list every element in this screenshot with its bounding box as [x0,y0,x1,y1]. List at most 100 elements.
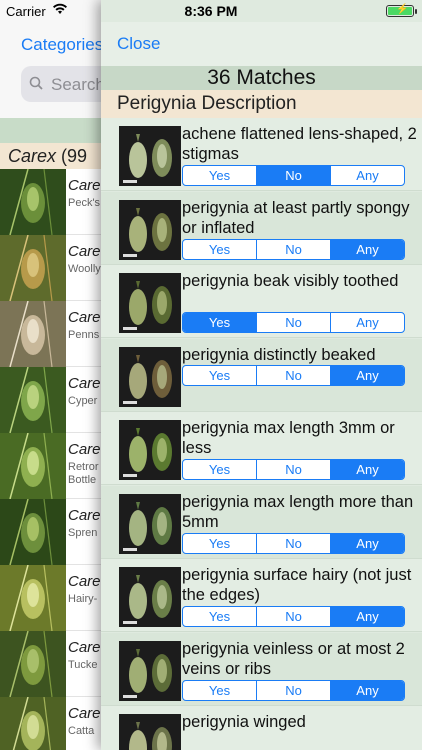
species-name: Care [68,705,101,722]
trait-label: perigynia veinless or at most 2 veins or… [182,639,405,678]
trait-label: perigynia winged [182,713,306,731]
species-row[interactable]: Care Cyper [0,367,101,433]
choice-no-button[interactable]: No [257,460,331,479]
perigynia-photo [119,420,181,480]
choice-yes-button[interactable]: Yes [183,239,257,259]
species-common-name: Peck's [68,197,101,209]
perigynia-photo [119,346,181,407]
species-common-name: Woolly [68,263,101,275]
species-photo [0,697,66,750]
species-row[interactable]: Care Spren [0,499,101,565]
trait-row: perigynia max length more than 5mm Yes No A… [101,485,422,559]
choice-no-button[interactable]: No [257,533,331,553]
trait-choice-control: Yes No Any [182,679,405,701]
trait-row: perigynia beak visibly toothed Yes No Any [101,265,422,338]
species-name: Care [68,573,101,590]
perigynia-photo [119,640,181,701]
species-name: Care [68,243,101,260]
trait-row: perigynia surface hairy (not just the ed… [101,559,422,632]
choice-yes-button[interactable]: Yes [183,607,257,626]
choice-any-button[interactable]: Any [331,460,404,479]
trait-choice-control: Yes No Any [182,606,405,627]
species-name: Care [68,375,101,392]
choice-any-button[interactable]: Any [331,533,404,553]
status-bar: Carrier 8:36 PM ⚡ [0,0,422,22]
choice-no-button[interactable]: No [257,607,331,626]
species-row[interactable]: Care Tucke [0,631,101,697]
species-common-name: Penns [68,329,100,341]
species-row[interactable]: Care Retror Bottle [0,433,101,499]
species-name: Care [68,639,101,656]
trait-choice-control: Yes No Any [182,532,405,554]
species-photo [0,169,66,235]
species-row[interactable]: Care Penns [0,301,101,367]
choice-no-button[interactable]: No [257,313,331,332]
search-icon [29,76,43,90]
species-photo [0,499,66,565]
species-photo [0,301,66,367]
trait-label: perigynia max length more than 5mm [182,492,414,531]
species-common-name: Catta [68,725,95,737]
choice-no-button[interactable]: No [257,166,331,185]
choice-any-button[interactable]: Any [331,607,404,626]
choice-any-button[interactable]: Any [331,313,404,332]
genus-name: Carex [8,146,57,166]
choice-any-button[interactable]: Any [331,239,404,259]
trait-row: achene flattened lens-shaped, 2 stigmas Y… [101,118,422,191]
categories-button[interactable]: Categories [21,35,101,55]
genus-count: (99 [61,146,88,166]
search-input[interactable]: Search [21,66,101,102]
species-row[interactable]: Care Peck's [0,169,101,235]
trait-row: perigynia veinless or at most 2 veins or… [101,632,422,706]
clock: 8:36 PM [184,3,238,19]
choice-yes-button[interactable]: Yes [183,166,257,185]
trait-label: perigynia surface hairy (not just the ed… [182,566,412,604]
trait-row: perigynia wingedYesNoAny [101,706,422,750]
perigynia-photo [119,126,181,186]
trait-label: achene flattened lens-shaped, 2 stigmas [182,125,417,163]
choice-any-button[interactable]: Any [331,166,404,185]
species-name: Care [68,507,101,524]
search-placeholder: Search [51,75,101,94]
species-common-name: Cyper [68,395,98,407]
trait-choice-control: Yes No Any [182,165,405,186]
choice-any-button[interactable]: Any [331,680,404,700]
species-row[interactable]: Care Catta [0,697,101,750]
trait-choice-control: Yes No Any [182,459,405,480]
choice-yes-button[interactable]: Yes [183,533,257,553]
trait-choice-control: Yes No Any [182,312,405,333]
trait-label: perigynia max length 3mm or less [182,419,395,457]
filter-panel: Close 36 Matches Perigynia Description a… [101,0,422,750]
choice-no-button[interactable]: No [257,239,331,259]
choice-yes-button[interactable]: Yes [183,313,257,332]
species-row[interactable]: Care Hairy- [0,565,101,631]
trait-label: perigynia distinctly beaked [182,345,376,364]
trait-row: perigynia distinctly beaked Yes No Any [101,338,422,412]
species-photo [0,367,66,433]
species-row[interactable]: Care Woolly [0,235,101,301]
species-common-name: Tucke [68,659,98,671]
species-photo [0,433,66,499]
perigynia-photo [119,493,181,554]
close-button[interactable]: Close [117,34,160,54]
trait-label: perigynia beak visibly toothed [182,272,399,290]
choice-yes-button[interactable]: Yes [183,680,257,700]
genus-header: Carex (99 [0,143,101,169]
trait-row: perigynia at least partly spongy or infl… [101,191,422,265]
trait-label: perigynia at least partly spongy or infl… [182,198,410,237]
perigynia-photo [119,567,181,627]
trait-row: perigynia max length 3mm or less Yes No Any [101,412,422,485]
choice-no-button[interactable]: No [257,680,331,700]
choice-any-button[interactable]: Any [331,365,404,385]
perigynia-photo [119,273,181,333]
species-photo [0,235,66,301]
list-separator [0,118,101,144]
choice-yes-button[interactable]: Yes [183,365,257,385]
trait-choice-control: Yes No Any [182,238,405,260]
choice-no-button[interactable]: No [257,365,331,385]
choice-yes-button[interactable]: Yes [183,460,257,479]
matches-count: 36 Matches [101,66,422,90]
trait-choice-control: Yes No Any [182,364,405,386]
filter-nav-bar: Close [101,22,422,66]
perigynia-photo [119,714,181,750]
